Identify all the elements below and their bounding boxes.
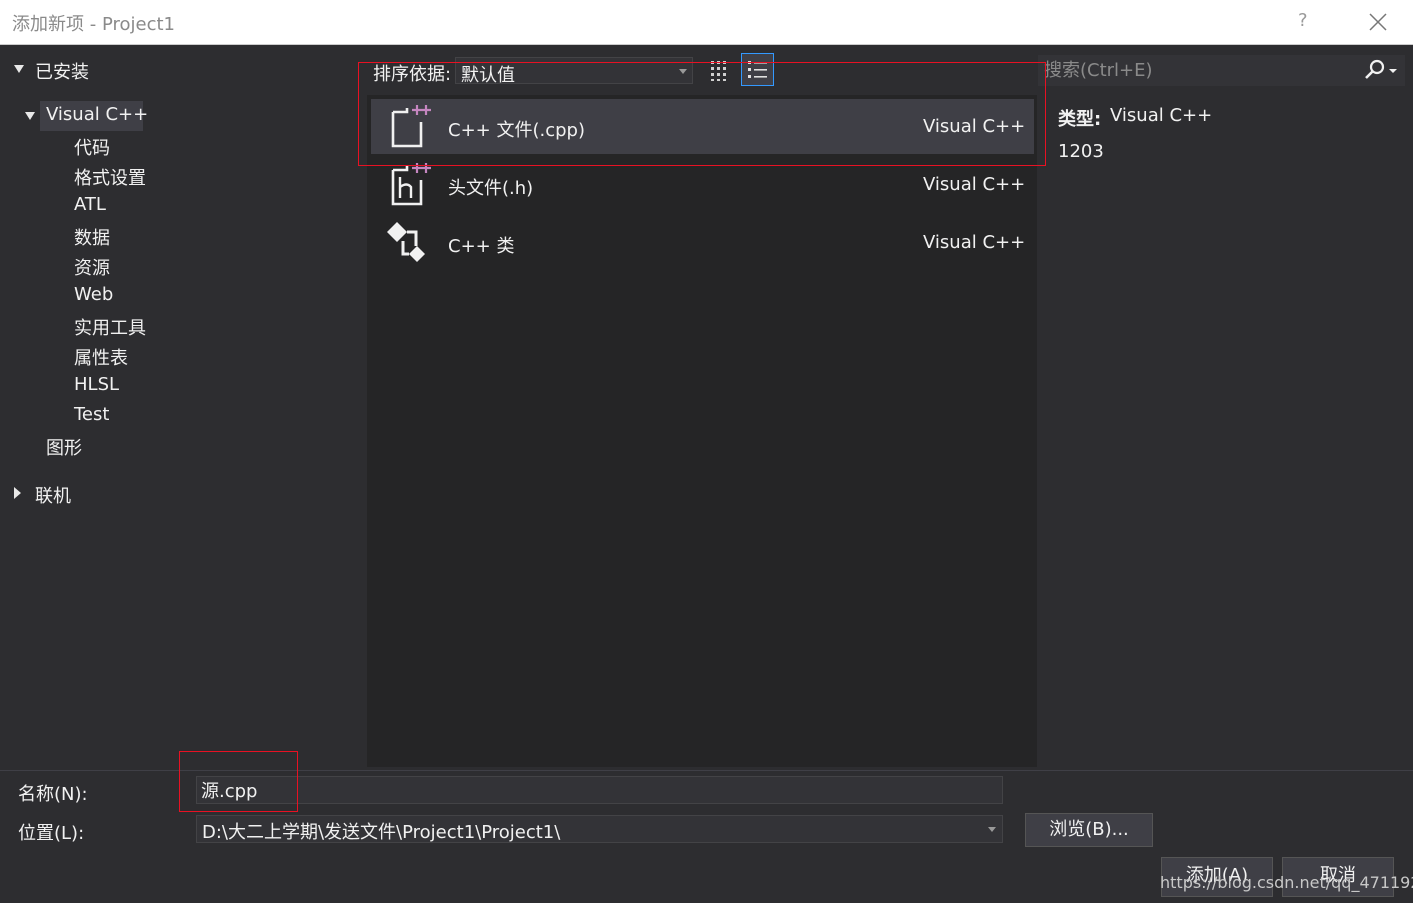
location-value: D:\大二上学期\发送文件\Project1\Project1\ bbox=[202, 822, 561, 843]
browse-button[interactable]: 浏览(B)... bbox=[1025, 813, 1153, 847]
collapse-arrow-icon bbox=[14, 487, 21, 499]
sort-dropdown[interactable]: 默认值 bbox=[455, 57, 693, 86]
tree-children: 代码 格式设置 ATL 数据 资源 Web 实用工具 属性表 HLSL Test bbox=[74, 134, 274, 434]
list-item-cpp-class[interactable]: C++ 类 Visual C++ bbox=[371, 215, 1034, 270]
location-label: 位置(L): bbox=[18, 823, 85, 844]
tree-installed-label: 已安装 bbox=[35, 62, 89, 83]
list-view-icon bbox=[748, 61, 767, 78]
grid-view-icon bbox=[711, 61, 726, 81]
tree-item-atl[interactable]: ATL bbox=[74, 194, 106, 215]
details-type-value: Visual C++ bbox=[1110, 105, 1213, 126]
details-description: 1203 bbox=[1058, 141, 1104, 162]
tree-item-data[interactable]: 数据 bbox=[74, 224, 110, 250]
tree-item-resources[interactable]: 资源 bbox=[74, 254, 110, 280]
cpp-class-icon bbox=[387, 222, 425, 262]
grid-view-button[interactable] bbox=[706, 57, 733, 84]
search-icon bbox=[1365, 59, 1397, 79]
tree-visual-cpp[interactable]: Visual C++ bbox=[22, 104, 149, 130]
list-item-cpp-file[interactable]: C++ 文件(.cpp) Visual C++ bbox=[371, 99, 1034, 154]
location-dropdown[interactable]: D:\大二上学期\发送文件\Project1\Project1\ bbox=[196, 815, 1003, 843]
help-button[interactable]: ? bbox=[1298, 10, 1308, 31]
window-title: 添加新项 - Project1 bbox=[12, 14, 175, 35]
tree-item-web[interactable]: Web bbox=[74, 284, 113, 305]
sort-value: 默认值 bbox=[461, 65, 515, 86]
search-box bbox=[1038, 55, 1405, 86]
item-name: 头文件(.h) bbox=[448, 178, 534, 199]
item-type: Visual C++ bbox=[923, 116, 1026, 137]
search-button[interactable] bbox=[1360, 57, 1400, 84]
item-name: C++ 文件(.cpp) bbox=[448, 120, 585, 141]
browse-button-label: 浏览(B)... bbox=[1049, 819, 1129, 840]
list-item-header-file[interactable]: 头文件(.h) Visual C++ bbox=[371, 157, 1034, 212]
search-input[interactable] bbox=[1044, 59, 1344, 81]
dropdown-arrow-icon bbox=[988, 827, 996, 832]
tree-item-utility[interactable]: 实用工具 bbox=[74, 314, 146, 340]
close-button[interactable] bbox=[1365, 6, 1391, 36]
tree-item-formatting[interactable]: 格式设置 bbox=[74, 164, 146, 190]
item-type: Visual C++ bbox=[923, 232, 1026, 253]
tree-visual-cpp-label: Visual C++ bbox=[46, 104, 149, 125]
name-label: 名称(N): bbox=[18, 784, 88, 805]
title-bar: 添加新项 - Project1 ? bbox=[0, 0, 1413, 45]
name-field[interactable] bbox=[196, 776, 1003, 804]
close-icon bbox=[1369, 13, 1387, 31]
tree-item-graphics[interactable]: 图形 bbox=[46, 434, 82, 460]
item-name: C++ 类 bbox=[448, 236, 515, 257]
tree-online-label: 联机 bbox=[35, 486, 71, 507]
tree-item-test[interactable]: Test bbox=[74, 404, 109, 425]
dropdown-arrow-icon bbox=[679, 69, 687, 74]
tree-online[interactable]: 联机 bbox=[12, 482, 212, 508]
sort-label: 排序依据: bbox=[373, 64, 452, 85]
tree-installed[interactable]: 已安装 bbox=[12, 58, 212, 84]
cpp-file-icon bbox=[391, 105, 431, 148]
header-file-icon bbox=[391, 163, 431, 206]
expand-arrow-icon bbox=[25, 112, 35, 120]
tree-item-code[interactable]: 代码 bbox=[74, 134, 110, 160]
expand-arrow-icon bbox=[14, 65, 24, 73]
tree-item-hlsl[interactable]: HLSL bbox=[74, 374, 119, 395]
watermark: https://blog.csdn.net/qq_47119231 bbox=[1160, 873, 1413, 892]
tree-item-property-sheets[interactable]: 属性表 bbox=[74, 344, 128, 370]
details-type-label: 类型: bbox=[1058, 109, 1102, 130]
list-view-button[interactable] bbox=[741, 53, 774, 86]
item-type: Visual C++ bbox=[923, 174, 1026, 195]
